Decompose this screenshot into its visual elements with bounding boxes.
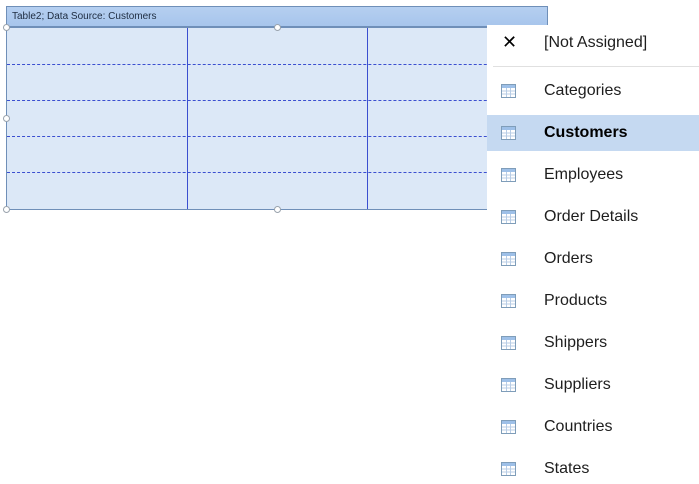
menu-item-label: Countries xyxy=(544,418,613,435)
row-divider xyxy=(7,100,547,101)
menu-item-label: Order Details xyxy=(544,208,639,225)
table-icon xyxy=(501,336,516,350)
menu-item-employees[interactable]: Employees xyxy=(487,157,699,193)
menu-item-label: Employees xyxy=(544,166,624,183)
table-icon xyxy=(501,252,516,266)
table-icon xyxy=(501,462,516,476)
table-grid[interactable] xyxy=(6,27,548,210)
menu-item-label: Categories xyxy=(544,82,622,99)
menu-item-countries[interactable]: Countries xyxy=(487,409,699,445)
resize-handle-bottom-left[interactable] xyxy=(3,206,10,213)
menu-item-products[interactable]: Products xyxy=(487,283,699,319)
resize-handle-top[interactable] xyxy=(274,24,281,31)
menu-item-order-details[interactable]: Order Details xyxy=(487,199,699,235)
menu-item-not-assigned[interactable]: ✕ [Not Assigned] xyxy=(487,25,699,61)
table-icon xyxy=(501,84,516,98)
table-icon xyxy=(501,210,516,224)
menu-item-label: Orders xyxy=(544,250,593,267)
menu-item-label: Customers xyxy=(544,124,628,141)
menu-item-label: Products xyxy=(544,292,608,309)
row-divider xyxy=(7,136,547,137)
menu-item-label: Suppliers xyxy=(544,376,611,393)
resize-handle-left[interactable] xyxy=(3,115,10,122)
menu-item-label: [Not Assigned] xyxy=(544,34,648,51)
menu-item-orders[interactable]: Orders xyxy=(487,241,699,277)
column-divider xyxy=(367,28,368,209)
table-icon xyxy=(501,294,516,308)
resize-handle-top-left[interactable] xyxy=(3,24,10,31)
menu-item-categories[interactable]: Categories xyxy=(487,73,699,109)
menu-item-shippers[interactable]: Shippers xyxy=(487,325,699,361)
column-divider xyxy=(187,28,188,209)
resize-handle-bottom[interactable] xyxy=(274,206,281,213)
table-icon xyxy=(501,126,516,140)
table-icon xyxy=(501,378,516,392)
table-icon xyxy=(501,168,516,182)
close-icon: ✕ xyxy=(502,32,518,52)
data-source-menu: ✕ [Not Assigned] Categories Customers Empl… xyxy=(487,25,699,484)
menu-item-label: Shippers xyxy=(544,334,608,351)
menu-item-states[interactable]: States xyxy=(487,451,699,484)
table-designer[interactable]: Table2; Data Source: Customers xyxy=(3,6,549,213)
menu-separator xyxy=(493,66,699,67)
row-divider xyxy=(7,172,547,173)
menu-item-customers[interactable]: Customers xyxy=(487,115,699,151)
menu-item-label: States xyxy=(544,460,590,477)
table-icon xyxy=(501,420,516,434)
row-divider xyxy=(7,64,547,65)
menu-item-suppliers[interactable]: Suppliers xyxy=(487,367,699,403)
